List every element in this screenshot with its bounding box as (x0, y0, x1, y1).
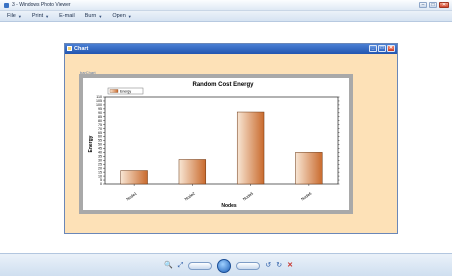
chart-window-titlebar: Chart _ □ ✕ (65, 44, 397, 54)
menu-file[interactable]: File ▼ (7, 13, 22, 19)
viewer-title: 3 - Windows Photo Viewer (12, 2, 71, 8)
photo-viewer-icon (4, 3, 9, 8)
chevron-down-icon: ▼ (98, 13, 103, 19)
minimize-button[interactable]: – (419, 2, 427, 8)
x-tick-label: Node2 (183, 190, 196, 201)
y-tick-label: 15 (98, 170, 102, 174)
y-tick-label: 40 (98, 151, 102, 155)
legend-swatch (109, 89, 119, 93)
chevron-down-icon: ▼ (45, 13, 50, 19)
bar-chart: Random Cost Energy Energy 05101520253035… (88, 82, 340, 209)
y-tick-label: 55 (98, 139, 102, 143)
previous-button[interactable] (188, 261, 213, 270)
chart-background: Random Cost Energy Energy 0 5 10 15 20 25 30 35… (83, 78, 349, 210)
viewer-titlebar: 3 - Windows Photo Viewer – □ ✕ (0, 0, 452, 11)
y-tick-label: 65 (98, 131, 102, 135)
y-tick-label: 35 (98, 155, 102, 159)
y-tick-label: 25 (98, 162, 102, 166)
menu-open[interactable]: Open ▼ (112, 13, 131, 19)
y-tick-label: 30 (98, 158, 102, 162)
bar-node5 (236, 111, 265, 185)
chart-maximize-button[interactable]: □ (378, 45, 386, 52)
close-button[interactable]: ✕ (439, 2, 449, 8)
menu-email[interactable]: E-mail (59, 13, 75, 19)
delete-icon[interactable]: ✕ (287, 261, 293, 271)
y-tick-label: 5 (100, 178, 102, 182)
bar-node2 (178, 159, 207, 185)
viewer-window-buttons: – □ ✕ (419, 2, 449, 8)
y-tick-label: 60 (98, 135, 102, 139)
y-tick-label: 110 (96, 95, 102, 99)
chart-close-button[interactable]: ✕ (387, 45, 395, 52)
y-tick-label: 45 (98, 147, 102, 151)
y-tick-label: 10 (98, 174, 102, 178)
next-button[interactable] (236, 261, 261, 270)
y-axis-label: Energy (88, 135, 94, 152)
maximize-button[interactable]: □ (429, 2, 437, 8)
chart-app-icon (67, 46, 72, 51)
chevron-down-icon: ▼ (127, 13, 132, 19)
x-axis-label: Nodes (221, 203, 237, 209)
chevron-down-icon: ▼ (17, 13, 22, 19)
playback-controls: 🔍 ⤢ ↺ ↻ ✕ (164, 258, 293, 273)
y-tick-label: 75 (98, 123, 102, 127)
chart-window-title: Chart (74, 46, 89, 52)
x-tick-label: Node1 (125, 190, 138, 201)
legend: Energy (107, 87, 144, 95)
fit-window-icon[interactable]: ⤢ (178, 261, 184, 271)
y-tick-label: 20 (98, 166, 102, 170)
chart-bars (120, 111, 323, 185)
chart-frame: Random Cost Energy Energy 0 5 10 15 20 25 30 35… (79, 74, 353, 214)
chart-window-buttons: _ □ ✕ (369, 45, 395, 52)
y-tick-label: 105 (96, 99, 102, 103)
y-tick-label: 95 (98, 107, 102, 111)
menu-burn[interactable]: Burn ▼ (85, 13, 103, 19)
zoom-icon[interactable]: 🔍 (164, 261, 173, 271)
legend-label: Energy (120, 90, 131, 94)
chart-title: Random Cost Energy (192, 82, 254, 88)
chart-axes: 0510152025303540455055606570758085909510… (96, 95, 340, 202)
slideshow-play-button[interactable] (217, 258, 232, 273)
y-tick-label: 80 (98, 119, 102, 123)
chart-window: Chart _ □ ✕ barChart Random Cost Energy (64, 43, 398, 234)
chart-minimize-button[interactable]: _ (369, 45, 377, 52)
y-tick-label: 85 (98, 115, 102, 119)
y-tick-label: 50 (98, 143, 102, 147)
viewer-bottombar: 🔍 ⤢ ↺ ↻ ✕ (0, 253, 452, 276)
menu-print[interactable]: Print ▼ (32, 13, 49, 19)
y-tick-label: 100 (96, 103, 102, 107)
rotate-left-icon[interactable]: ↺ (265, 261, 271, 271)
bar-node6 (295, 152, 323, 185)
viewer-menubar: File ▼ Print ▼ E-mail Burn ▼ Open ▼ (0, 11, 452, 22)
x-tick-label: Node5 (242, 190, 255, 201)
x-tick-label: Node6 (300, 190, 313, 201)
y-tick-label: 90 (98, 111, 102, 115)
rotate-right-icon[interactable]: ↻ (276, 261, 282, 271)
y-tick-label: 70 (98, 127, 102, 131)
y-tick-label: 0 (100, 182, 102, 186)
bar-node1 (120, 170, 148, 185)
